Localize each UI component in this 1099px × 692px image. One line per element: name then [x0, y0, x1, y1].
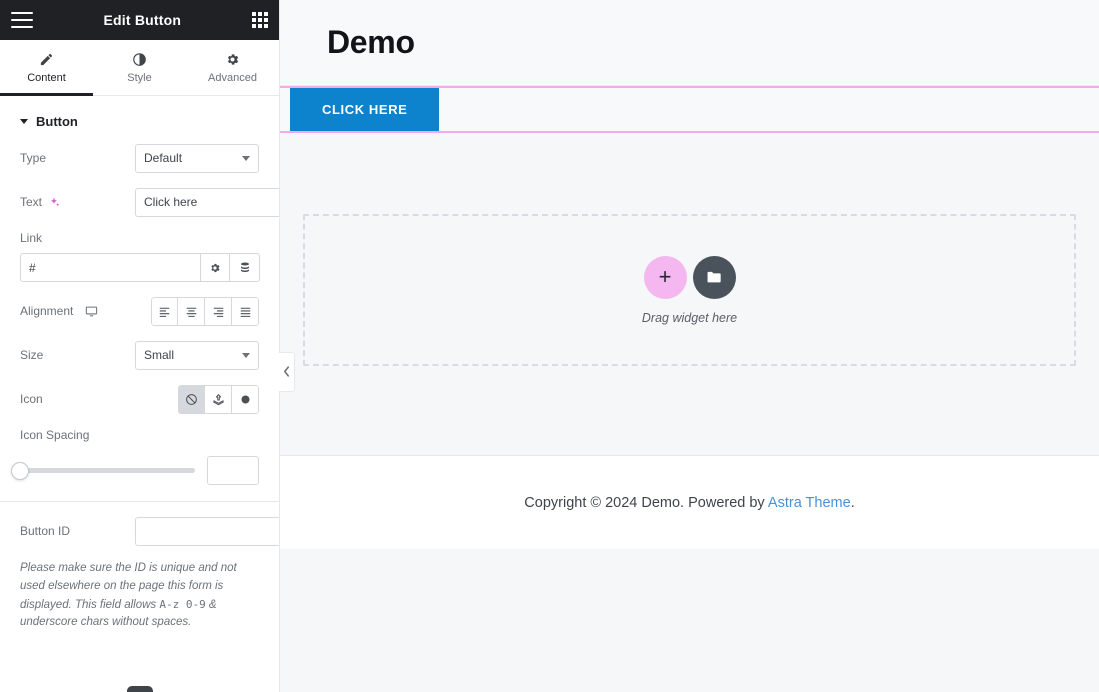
button-id-help-code: A-z 0-9: [159, 597, 206, 611]
control-icon-spacing-label: Icon Spacing: [20, 428, 90, 442]
gear-icon: [225, 51, 240, 67]
icon-spacing-slider-row: [0, 456, 279, 485]
type-select[interactable]: Default: [135, 143, 259, 173]
canvas-content-area: + Drag widget here: [280, 133, 1099, 455]
elementor-editor: Edit Button Content Style Advanced Butto…: [0, 0, 1099, 692]
divider: [0, 501, 279, 502]
panel-footer-toggle[interactable]: [127, 686, 153, 692]
footer-suffix: .: [850, 494, 855, 511]
widget-dropzone[interactable]: + Drag widget here: [303, 214, 1076, 366]
none-icon[interactable]: [178, 384, 205, 414]
size-select[interactable]: Small: [135, 340, 259, 370]
control-size-label: Size: [20, 348, 44, 362]
contrast-circle-icon: [132, 51, 147, 67]
control-link-label: Link: [20, 231, 43, 245]
alignment-button-group: [151, 296, 259, 326]
control-button-id-label: Button ID: [20, 524, 71, 538]
tab-style-label: Style: [127, 72, 152, 84]
text-input-group: [135, 187, 279, 217]
tab-content[interactable]: Content: [0, 40, 93, 96]
control-text-label-text: Text: [20, 195, 43, 209]
slider-thumb[interactable]: [11, 461, 29, 480]
control-text-label: Text: [20, 195, 135, 209]
folder-icon[interactable]: [692, 255, 736, 299]
ai-sparkle-icon[interactable]: [48, 196, 61, 209]
footer-copyright: Copyright © 2024 Demo. Powered by Astra …: [524, 495, 854, 511]
panel-footer-peek: [0, 686, 280, 692]
control-icon-spacing: Icon Spacing: [0, 428, 279, 442]
text-input[interactable]: [135, 187, 279, 217]
widgets-grid-icon[interactable]: [251, 11, 268, 29]
control-type: Type Default: [0, 143, 279, 173]
control-icon-label: Icon: [20, 392, 43, 406]
selected-widget-container[interactable]: CLICK HERE: [280, 86, 1099, 133]
control-alignment-label: Alignment: [20, 304, 151, 318]
align-right-icon[interactable]: [205, 296, 232, 326]
panel-title: Edit Button: [103, 12, 182, 28]
upload-icon[interactable]: [205, 384, 232, 414]
footer-prefix: Copyright © 2024 Demo. Powered by: [524, 494, 768, 511]
panel-tabs: Content Style Advanced: [0, 40, 279, 96]
elementor-panel: Edit Button Content Style Advanced Butto…: [0, 0, 295, 692]
section-button-title: Button: [36, 114, 78, 129]
tab-advanced[interactable]: Advanced: [186, 40, 279, 95]
icon-button-group: [178, 384, 259, 414]
preview-canvas: Demo CLICK HERE + Drag widget here Copyr…: [280, 0, 1099, 692]
tab-advanced-label: Advanced: [208, 72, 257, 84]
control-type-label: Type: [20, 151, 47, 165]
link-input-group: [20, 253, 260, 282]
button-id-input[interactable]: [135, 516, 279, 546]
chevron-down-icon: [20, 119, 28, 124]
click-here-button[interactable]: CLICK HERE: [290, 88, 440, 131]
panel-collapse-handle[interactable]: [279, 352, 295, 392]
dropzone-actions: +: [643, 255, 736, 299]
plus-icon[interactable]: +: [643, 255, 687, 299]
control-icon: Icon: [0, 384, 279, 414]
type-select-value: Default: [144, 151, 183, 165]
icon-spacing-slider[interactable]: [11, 461, 195, 480]
panel-header: Edit Button: [0, 0, 279, 40]
gear-icon[interactable]: [200, 253, 230, 282]
chevron-left-icon: [283, 365, 290, 379]
pencil-icon: [39, 51, 54, 67]
section-button-toggle[interactable]: Button: [0, 96, 279, 143]
control-text: Text: [0, 187, 279, 217]
site-footer: Copyright © 2024 Demo. Powered by Astra …: [280, 455, 1099, 549]
align-justify-icon[interactable]: [232, 296, 259, 326]
tab-style[interactable]: Style: [93, 40, 186, 95]
control-size: Size Small: [0, 340, 279, 370]
control-link: Link: [0, 231, 279, 282]
icon-spacing-input[interactable]: [207, 456, 259, 485]
hamburger-menu-icon[interactable]: [11, 12, 33, 28]
tab-content-label: Content: [27, 72, 66, 84]
panel-body: Button Type Default Text Click here Link…: [0, 96, 279, 692]
link-input[interactable]: [20, 253, 200, 282]
chevron-down-icon: [242, 155, 250, 161]
button-id-help-text: Please make sure the ID is unique and no…: [0, 560, 279, 632]
control-alignment: Alignment: [0, 296, 279, 326]
align-left-icon[interactable]: [151, 296, 178, 326]
desktop-monitor-icon[interactable]: [85, 305, 98, 318]
button-id-input-group: [135, 516, 279, 546]
site-header: Demo: [280, 0, 1099, 86]
control-button-id: Button ID: [0, 516, 279, 546]
site-title: Demo: [327, 24, 415, 60]
circle-filled-icon[interactable]: [232, 384, 259, 414]
dropzone-label: Drag widget here: [641, 310, 738, 325]
chevron-down-icon: [242, 352, 250, 358]
size-select-value: Small: [144, 348, 175, 362]
canvas-bottom-area: [280, 549, 1099, 689]
control-alignment-label-text: Alignment: [20, 304, 74, 318]
align-center-icon[interactable]: [178, 296, 205, 326]
dynamic-tags-icon[interactable]: [230, 253, 260, 282]
astra-theme-link[interactable]: Astra Theme: [768, 495, 851, 511]
